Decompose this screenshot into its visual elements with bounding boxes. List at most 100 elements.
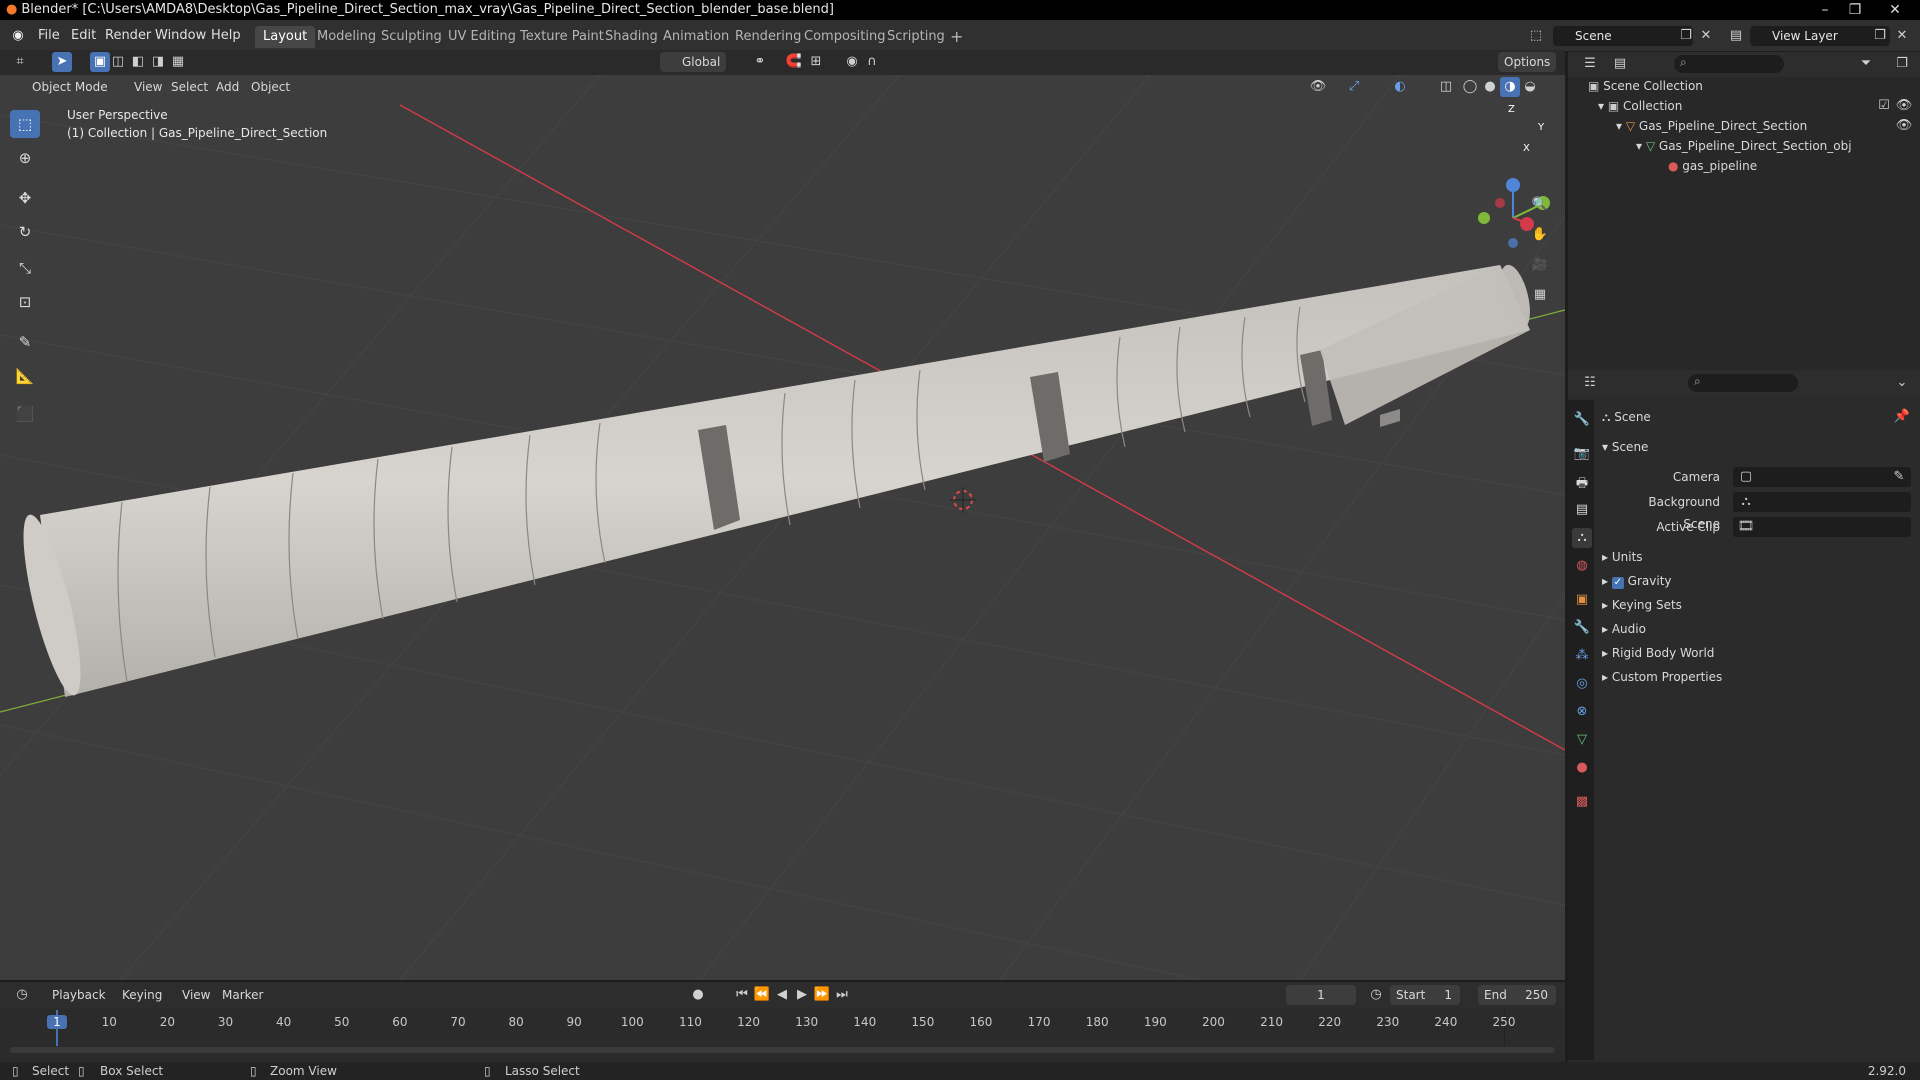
maximize-button[interactable]: ❐ (1840, 0, 1870, 20)
object-tab-icon[interactable]: ▣ (1572, 590, 1592, 610)
editor-type-icon[interactable]: ⌗ (10, 52, 30, 72)
record-keyframe-icon[interactable]: ● (688, 985, 708, 1005)
scene-tab-icon[interactable]: ⛬ (1572, 528, 1592, 548)
view-layer-icon[interactable]: ▤ (1726, 26, 1746, 46)
world-tab-icon[interactable]: ◍ (1572, 556, 1592, 576)
viewport-menu-view[interactable]: View (130, 77, 166, 97)
outliner-item-gas-pipeline-section[interactable]: ▾ ▽ Gas_Pipeline_Direct_Section (1616, 116, 1807, 136)
pin-icon[interactable]: 📌 (1892, 407, 1912, 427)
tab-animation[interactable]: Animation (655, 26, 737, 48)
transform-orientation-dropdown[interactable]: Global (660, 52, 727, 72)
play-icon[interactable]: ▶ (792, 985, 812, 1005)
transform-tool-icon[interactable]: ⊡ (10, 288, 40, 316)
gravity-checkbox[interactable]: ✓ (1611, 577, 1624, 589)
output-tab-icon[interactable]: 🖶 (1572, 474, 1592, 494)
gas-pipeline-mesh[interactable] (12, 262, 1536, 700)
rendered-shading-icon[interactable]: ◒ (1520, 77, 1540, 97)
ortho-toggle-icon[interactable]: ▦ (1530, 285, 1550, 305)
close-window-button[interactable]: ✕ (1870, 0, 1920, 20)
select-box-tool-icon[interactable]: ⬚ (10, 110, 40, 138)
menu-render[interactable]: Render (101, 26, 155, 46)
select-intersect-icon[interactable]: ▦ (168, 52, 188, 72)
view-layer-tab-icon[interactable]: ▤ (1572, 500, 1592, 520)
select-new-icon[interactable]: ▣ (90, 52, 110, 72)
constraints-tab-icon[interactable]: ⊗ (1572, 702, 1592, 722)
texture-tab-icon[interactable]: ▩ (1572, 792, 1592, 812)
outliner-search-input[interactable]: ⌕ (1674, 55, 1784, 73)
falloff-icon[interactable]: ∩ (862, 52, 882, 72)
viewport-menu-select[interactable]: Select (167, 77, 212, 97)
menu-file[interactable]: File (34, 26, 64, 46)
jump-end-icon[interactable]: ⏭ (832, 985, 852, 1005)
proportional-edit-icon[interactable]: ◉ (842, 52, 862, 72)
overlay-toggle-icon[interactable]: ◐ (1390, 77, 1410, 97)
eye-icon[interactable]: 👁 (1894, 96, 1914, 116)
rigid-body-world-panel-header[interactable]: ▸ Rigid Body World (1602, 642, 1714, 664)
particles-tab-icon[interactable]: ⁂ (1572, 646, 1592, 666)
timeline-menu-marker[interactable]: Marker (218, 985, 267, 1005)
pivot-point-icon[interactable]: ⚭ (750, 52, 770, 72)
solid-shading-icon[interactable]: ● (1480, 77, 1500, 97)
new-view-layer-icon[interactable]: ❐ (1870, 26, 1890, 46)
zoom-icon[interactable]: 🔍 (1530, 195, 1550, 215)
object-mode-dropdown[interactable]: Object Mode (10, 77, 118, 97)
select-tool-icon[interactable]: ➤ (52, 52, 72, 72)
start-frame-field[interactable]: Start 1 (1390, 985, 1460, 1005)
annotate-tool-icon[interactable]: ✎ (10, 328, 40, 356)
scene-icon[interactable]: ⬚ (1526, 26, 1546, 46)
gizmo-toggle-icon[interactable]: ⤢ (1344, 77, 1364, 97)
add-cube-tool-icon[interactable]: ⬛ (10, 400, 40, 428)
pan-hand-icon[interactable]: ✋ (1530, 225, 1550, 245)
delete-view-layer-icon[interactable]: ✕ (1892, 26, 1912, 46)
units-panel-header[interactable]: ▸ Units (1602, 546, 1643, 568)
properties-editor-icon[interactable]: ☷ (1580, 373, 1600, 393)
xray-toggle-icon[interactable]: ◫ (1436, 77, 1456, 97)
viewport-menu-object[interactable]: Object (247, 77, 294, 97)
background-scene-field[interactable] (1733, 492, 1911, 512)
snap-target-icon[interactable]: ⊞ (806, 52, 826, 72)
current-frame-field[interactable]: 1 (1286, 985, 1356, 1005)
timeline-editor-icon[interactable]: ◷ (12, 985, 32, 1005)
end-frame-field[interactable]: End 250 (1478, 985, 1556, 1005)
options-dropdown[interactable]: Options (1498, 52, 1557, 72)
timeline-scrollbar[interactable] (10, 1047, 1555, 1053)
scale-tool-icon[interactable]: ⤡ (10, 254, 40, 282)
scene-panel-header[interactable]: ▾ Scene (1602, 436, 1648, 458)
viewport-menu-add[interactable]: Add (212, 77, 243, 97)
menu-window[interactable]: Window (151, 26, 210, 46)
measure-tool-icon[interactable]: 📐 (10, 362, 40, 390)
filter-icon[interactable]: ⏷ (1856, 54, 1876, 74)
minimize-button[interactable]: – (1810, 0, 1840, 20)
timeline-menu-playback[interactable]: Playback (48, 985, 110, 1005)
3d-viewport[interactable]: Z Y X User Perspective (1) Collection | … (0, 75, 1565, 980)
custom-properties-panel-header[interactable]: ▸ Custom Properties (1602, 666, 1722, 688)
select-extend-icon[interactable]: ◫ (108, 52, 128, 72)
prev-keyframe-icon[interactable]: ⏪ (752, 985, 772, 1005)
snap-icon[interactable]: 🧲 (784, 52, 804, 72)
rotate-tool-icon[interactable]: ↻ (10, 218, 40, 246)
visibility-icon[interactable]: 👁 (1308, 77, 1328, 97)
scene-selector[interactable]: Scene (1553, 26, 1693, 46)
data-tab-icon[interactable]: ▽ (1572, 730, 1592, 750)
timeline-menu-view[interactable]: View (178, 985, 214, 1005)
gravity-panel-header[interactable]: ▸ ✓ Gravity (1602, 570, 1672, 592)
move-tool-icon[interactable]: ✥ (10, 184, 40, 212)
outliner-item-collection[interactable]: ▾ ▣ Collection (1598, 96, 1682, 116)
tool-tab-icon[interactable]: 🔧 (1572, 410, 1592, 430)
wireframe-shading-icon[interactable]: ◯ (1460, 77, 1480, 97)
camera-field[interactable] (1733, 467, 1911, 487)
render-tab-icon[interactable]: 📷 (1572, 444, 1592, 464)
new-scene-icon[interactable]: ❐ (1676, 26, 1696, 46)
material-shading-icon[interactable]: ◑ (1500, 77, 1520, 97)
tab-layout[interactable]: Layout (255, 26, 316, 48)
timeline-menu-keying[interactable]: Keying (118, 985, 166, 1005)
new-collection-icon[interactable]: ❐ (1892, 54, 1912, 74)
properties-search-input[interactable]: ⌕ (1688, 374, 1798, 392)
outliner-item-gas-pipeline-obj[interactable]: ▾ ▽ Gas_Pipeline_Direct_Section_obj (1636, 136, 1852, 156)
view-layer-selector[interactable]: View Layer (1750, 26, 1890, 46)
delete-scene-icon[interactable]: ✕ (1696, 26, 1716, 46)
outliner-item-scene-collection[interactable]: ▣ Scene Collection (1588, 76, 1703, 96)
display-mode-icon[interactable]: ▤ (1610, 54, 1630, 74)
outliner-editor-icon[interactable]: ☰ (1580, 54, 1600, 74)
audio-panel-header[interactable]: ▸ Audio (1602, 618, 1646, 640)
